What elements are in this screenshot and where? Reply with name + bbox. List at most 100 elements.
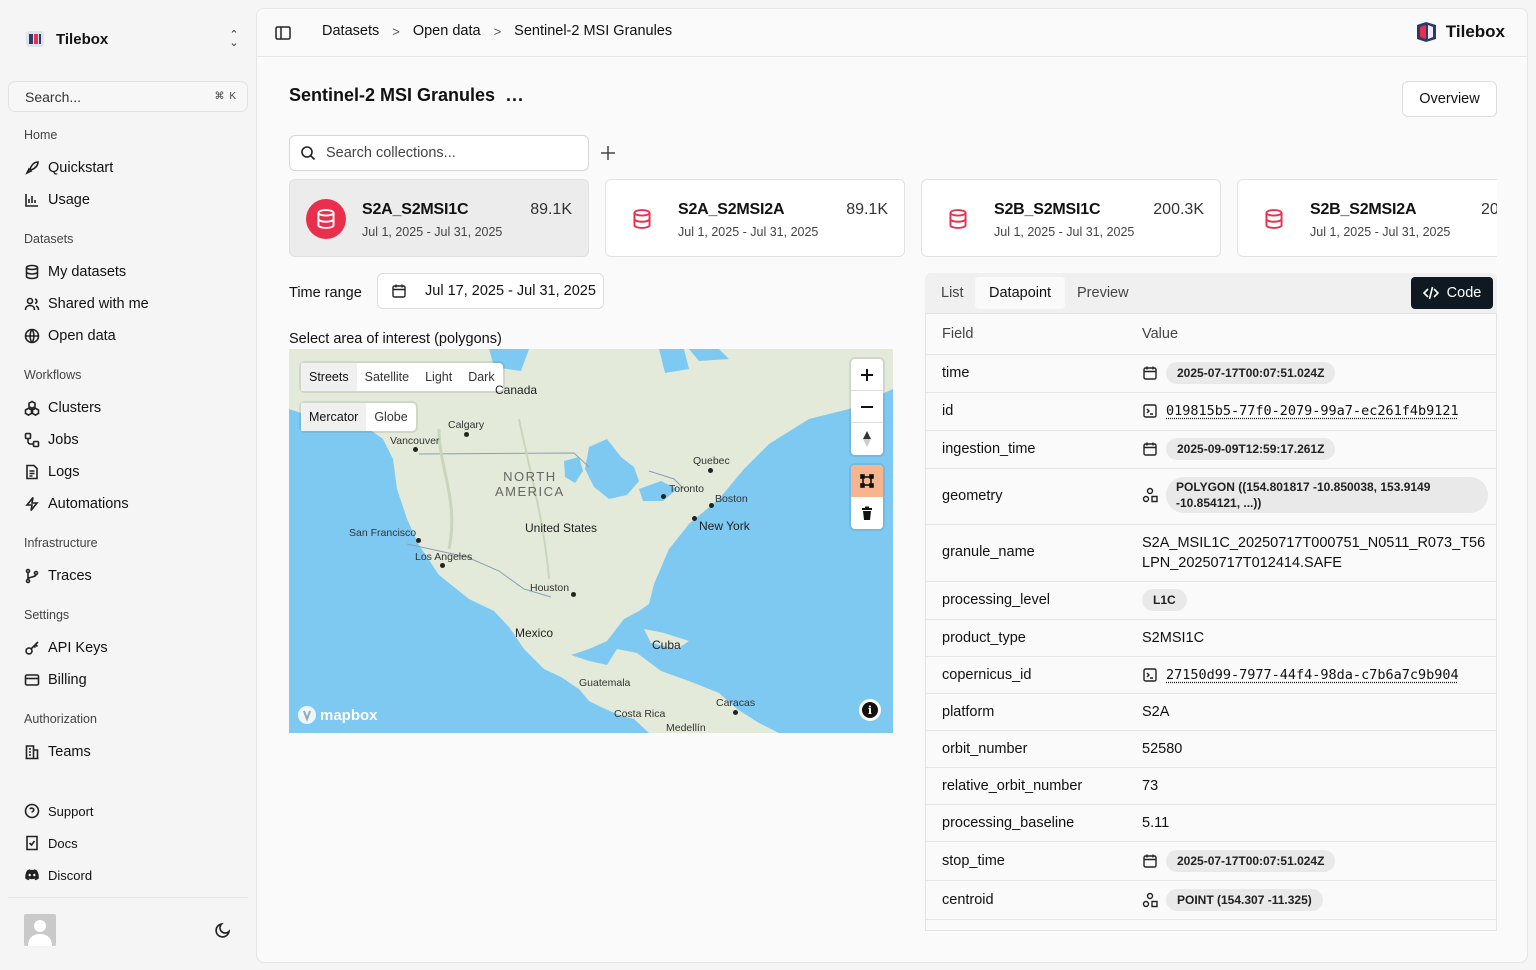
sidebar-item-label: Clusters bbox=[48, 400, 102, 416]
map-city-dot bbox=[661, 494, 666, 499]
sidebar-item-traces[interactable]: Traces bbox=[24, 565, 234, 587]
collection-search-input[interactable]: Search collections... bbox=[289, 135, 589, 171]
copy-id-icon[interactable] bbox=[1142, 667, 1158, 683]
sidebar-item-label: Automations bbox=[48, 496, 129, 512]
collection-card[interactable]: S2A_S2MSI1C 89.1K Jul 1, 2025 - Jul 31, … bbox=[289, 179, 589, 257]
theme-toggle-icon[interactable] bbox=[214, 921, 232, 939]
id-link[interactable]: 27150d99-7977-44f4-98da-c7b6a7c9b904 bbox=[1166, 667, 1459, 683]
map-info-button[interactable]: i bbox=[859, 699, 881, 721]
nav-group-infrastructure: Infrastructure bbox=[24, 536, 98, 550]
collection-range: Jul 1, 2025 - Jul 31, 2025 bbox=[994, 225, 1135, 239]
more-options-button[interactable]: ... bbox=[506, 85, 524, 106]
sidebar-item-my-datasets[interactable]: My datasets bbox=[24, 261, 234, 283]
sidebar-item-clusters[interactable]: Clusters bbox=[24, 397, 234, 419]
row-value: 019815b5-77f0-2079-99a7-ec261f4b9121 bbox=[1142, 403, 1459, 419]
sidebar-search-input[interactable]: Search... ⌘ K bbox=[8, 81, 248, 112]
code-button[interactable]: Code bbox=[1411, 277, 1493, 309]
time-range-picker[interactable]: Jul 17, 2025 - Jul 31, 2025 bbox=[377, 273, 604, 309]
collection-name: S2B_S2MSI2A bbox=[1310, 201, 1417, 218]
sidebar-item-teams[interactable]: Teams bbox=[24, 741, 234, 763]
mapbox-attribution[interactable]: mapbox bbox=[297, 705, 378, 725]
sidebar-item-quickstart[interactable]: Quickstart bbox=[24, 157, 234, 179]
nav-group-authorization: Authorization bbox=[24, 712, 97, 726]
sidebar-item-automations[interactable]: Automations bbox=[24, 493, 234, 515]
globe-icon bbox=[24, 328, 40, 344]
plus-icon[interactable] bbox=[599, 144, 617, 162]
column-header-value: Value bbox=[1142, 326, 1179, 342]
collection-count: 200 bbox=[1481, 201, 1497, 218]
collection-card[interactable]: S2B_S2MSI2A 200 Jul 1, 2025 - Jul 31, 20… bbox=[1237, 179, 1497, 257]
calendar-icon bbox=[1143, 366, 1157, 380]
avatar[interactable] bbox=[24, 914, 56, 946]
row-value: 27150d99-7977-44f4-98da-c7b6a7c9b904 bbox=[1142, 667, 1459, 683]
sidebar-item-support[interactable]: Support bbox=[24, 800, 234, 822]
sidebar-item-label: Usage bbox=[48, 192, 90, 208]
search-icon bbox=[301, 146, 316, 161]
compass-icon[interactable] bbox=[851, 423, 883, 455]
map-label-san-francisco: San Francisco bbox=[349, 527, 417, 539]
code-icon bbox=[1422, 286, 1439, 300]
workspace-name: Tilebox bbox=[56, 30, 109, 48]
collection-range: Jul 1, 2025 - Jul 31, 2025 bbox=[678, 225, 819, 239]
geometry-pill: POLYGON ((154.801817 -10.850038, 153.914… bbox=[1166, 477, 1488, 513]
map-style-satellite[interactable]: Satellite bbox=[357, 363, 417, 391]
draw-polygon-icon[interactable] bbox=[851, 465, 883, 497]
breadcrumb-datasets[interactable]: Datasets bbox=[322, 23, 379, 39]
zoom-in-icon[interactable] bbox=[851, 359, 883, 391]
calendar-icon bbox=[1143, 442, 1157, 456]
sidebar-item-discord[interactable]: Discord bbox=[24, 864, 234, 886]
discord-icon bbox=[25, 869, 39, 881]
collection-card[interactable]: S2A_S2MSI2A 89.1K Jul 1, 2025 - Jul 31, … bbox=[605, 179, 905, 257]
sidebar-item-jobs[interactable]: Jobs bbox=[24, 429, 234, 451]
zoom-out-icon[interactable] bbox=[851, 391, 883, 423]
sidebar-item-label: Logs bbox=[48, 464, 80, 480]
workspace-switcher[interactable]: Tilebox ⌃ ⌄ bbox=[24, 26, 240, 52]
map-city-dot bbox=[464, 432, 469, 437]
tab-list[interactable]: List bbox=[927, 277, 978, 309]
sidebar-item-label: Support bbox=[48, 803, 94, 819]
sidebar-toggle-icon[interactable] bbox=[275, 25, 291, 41]
projection-globe[interactable]: Globe bbox=[366, 403, 415, 431]
overview-button[interactable]: Overview bbox=[1402, 81, 1497, 117]
row-value: 5.11 bbox=[1142, 815, 1170, 831]
main-panel: Datasets > Open data > Sentinel-2 MSI Gr… bbox=[256, 8, 1528, 963]
tab-preview[interactable]: Preview bbox=[1063, 277, 1143, 309]
sidebar-item-api-keys[interactable]: API Keys bbox=[24, 637, 234, 659]
map-city-dot bbox=[708, 468, 713, 473]
trash-icon[interactable] bbox=[851, 497, 883, 529]
sidebar-item-label: My datasets bbox=[48, 264, 127, 280]
sidebar-item-docs[interactable]: Docs bbox=[24, 832, 234, 854]
row-field: product_type bbox=[942, 630, 1026, 646]
map-style-streets[interactable]: Streets bbox=[301, 363, 357, 391]
rocket-icon bbox=[25, 161, 39, 175]
sidebar-item-billing[interactable]: Billing bbox=[24, 669, 234, 691]
breadcrumb-current: Sentinel-2 MSI Granules bbox=[514, 23, 673, 39]
tab-datapoint[interactable]: Datapoint bbox=[975, 277, 1066, 309]
row-value: 52580 bbox=[1142, 741, 1183, 757]
row-field: centroid bbox=[942, 892, 994, 908]
sidebar: Tilebox ⌃ ⌄ Search... ⌘ K Home Quickstart… bbox=[0, 0, 256, 970]
sidebar-divider bbox=[8, 897, 248, 898]
collection-range: Jul 1, 2025 - Jul 31, 2025 bbox=[1310, 225, 1451, 239]
map-style-light[interactable]: Light bbox=[417, 363, 460, 391]
map[interactable]: Streets Satellite Light Dark Mercator Gl… bbox=[289, 349, 893, 733]
row-field: relative_orbit_number bbox=[942, 778, 1083, 794]
breadcrumb-open-data[interactable]: Open data bbox=[413, 23, 481, 39]
copy-id-icon[interactable] bbox=[1142, 403, 1158, 419]
id-link[interactable]: 019815b5-77f0-2079-99a7-ec261f4b9121 bbox=[1166, 403, 1459, 419]
nav-group-settings: Settings bbox=[24, 608, 70, 622]
sidebar-item-shared[interactable]: Shared with me bbox=[24, 293, 234, 315]
sidebar-item-open-data[interactable]: Open data bbox=[24, 325, 234, 347]
projection-mercator[interactable]: Mercator bbox=[301, 403, 367, 431]
collection-count: 200.3K bbox=[1153, 201, 1204, 218]
chevron-right-icon: > bbox=[493, 23, 502, 39]
map-label-canada: Canada bbox=[495, 383, 538, 397]
row-value: 2025-07-17T00:07:51.024Z bbox=[1142, 850, 1336, 872]
map-label-houston: Houston bbox=[530, 582, 570, 594]
collection-card[interactable]: S2B_S2MSI1C 200.3K Jul 1, 2025 - Jul 31,… bbox=[921, 179, 1221, 257]
sidebar-item-label: Discord bbox=[48, 867, 93, 883]
sidebar-item-usage[interactable]: Usage bbox=[24, 189, 234, 211]
map-style-switcher: Streets Satellite Light Dark bbox=[301, 363, 503, 391]
collection-name: S2B_S2MSI1C bbox=[994, 201, 1101, 218]
sidebar-item-logs[interactable]: Logs bbox=[24, 461, 234, 483]
